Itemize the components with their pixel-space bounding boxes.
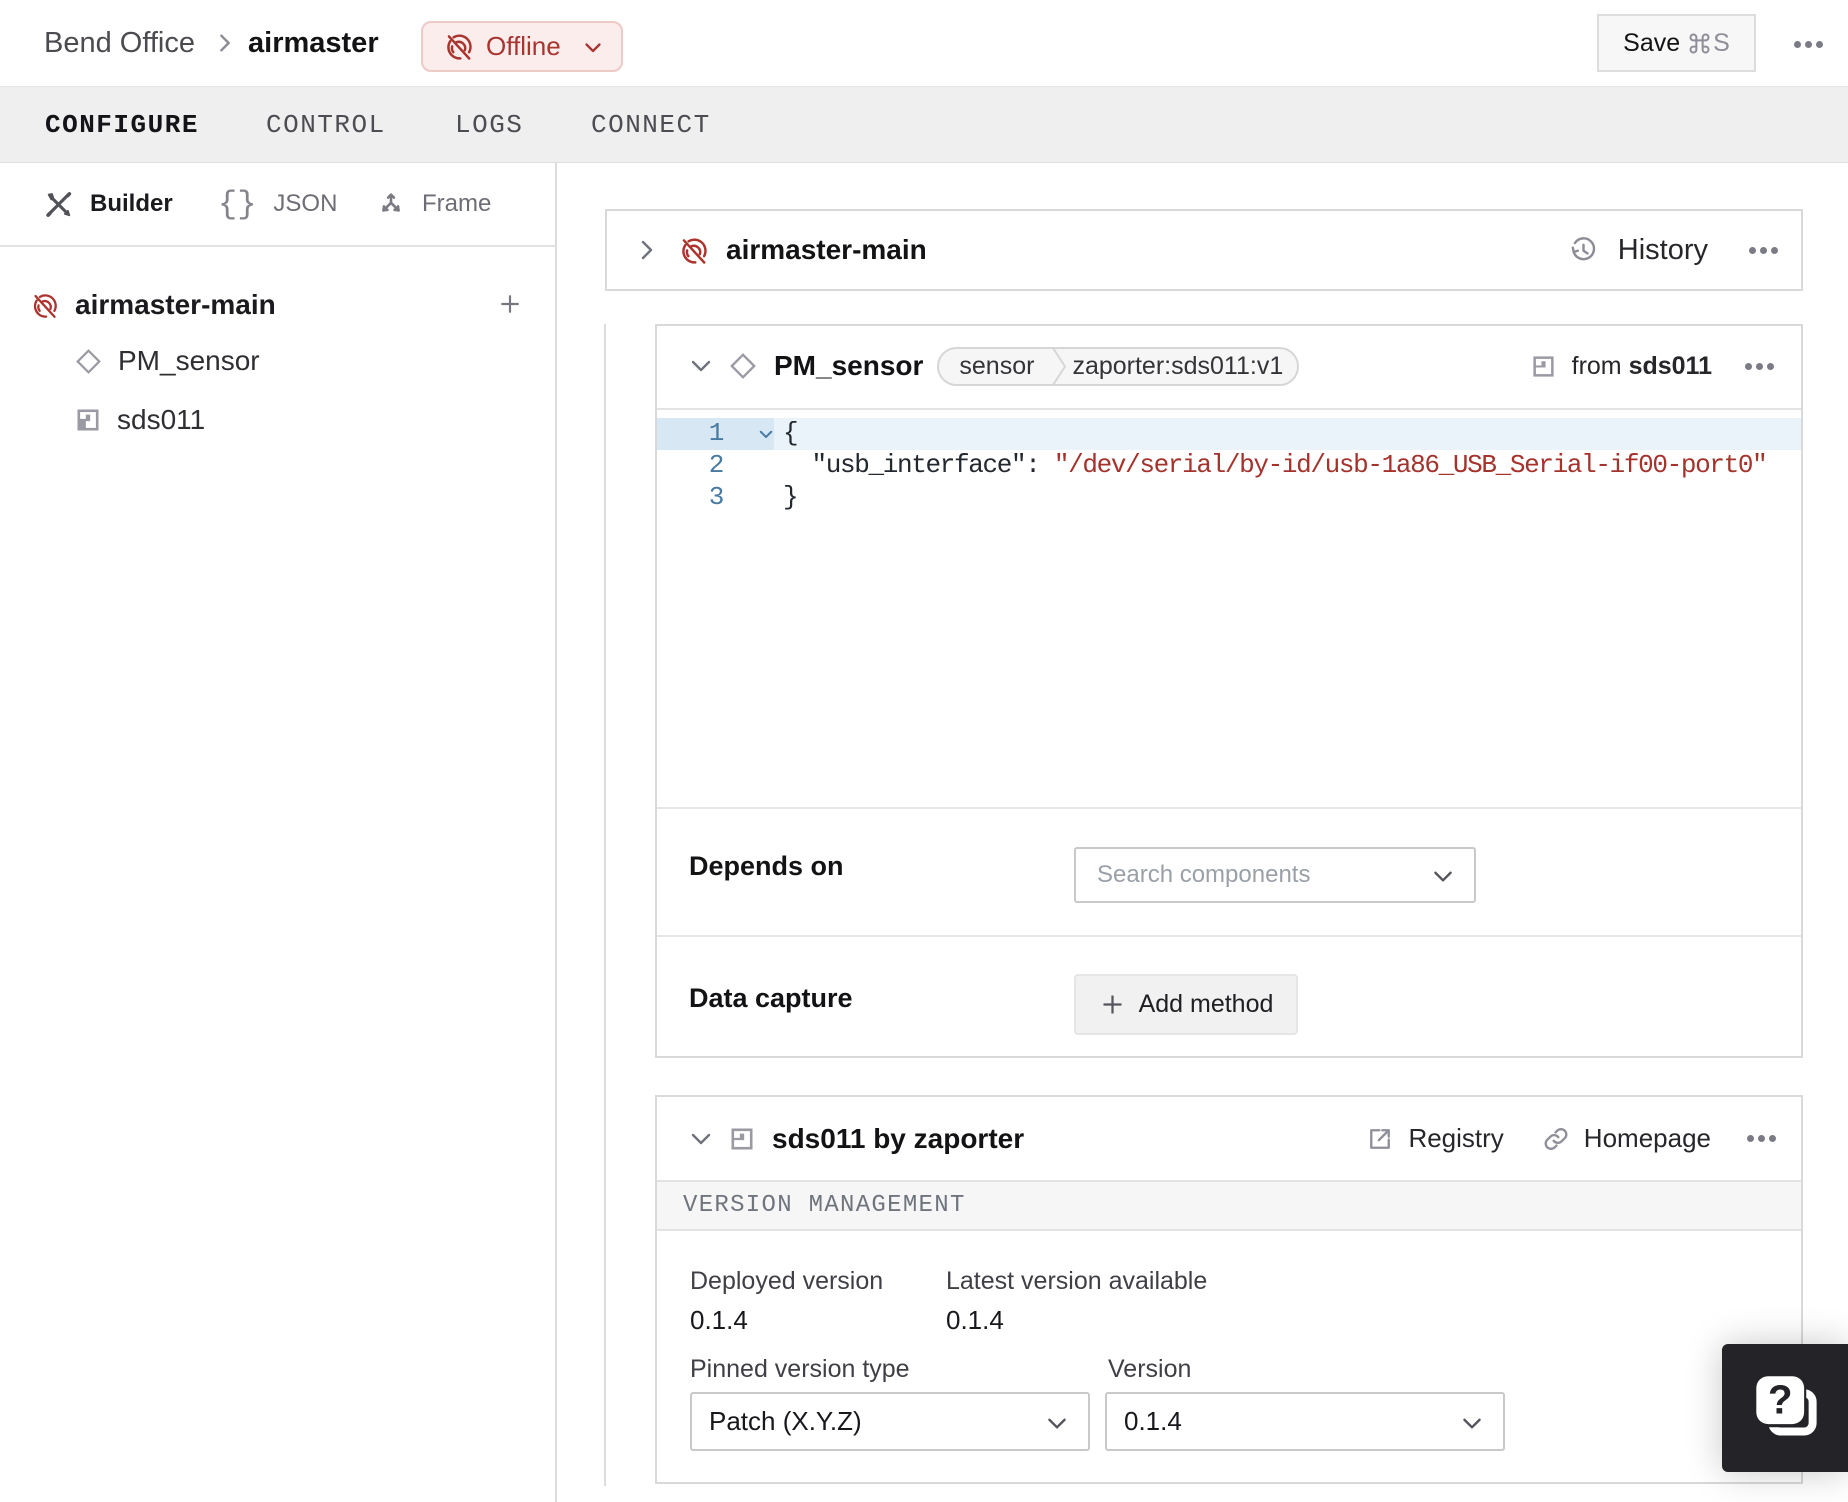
svg-text:?: ?: [1768, 1376, 1793, 1422]
